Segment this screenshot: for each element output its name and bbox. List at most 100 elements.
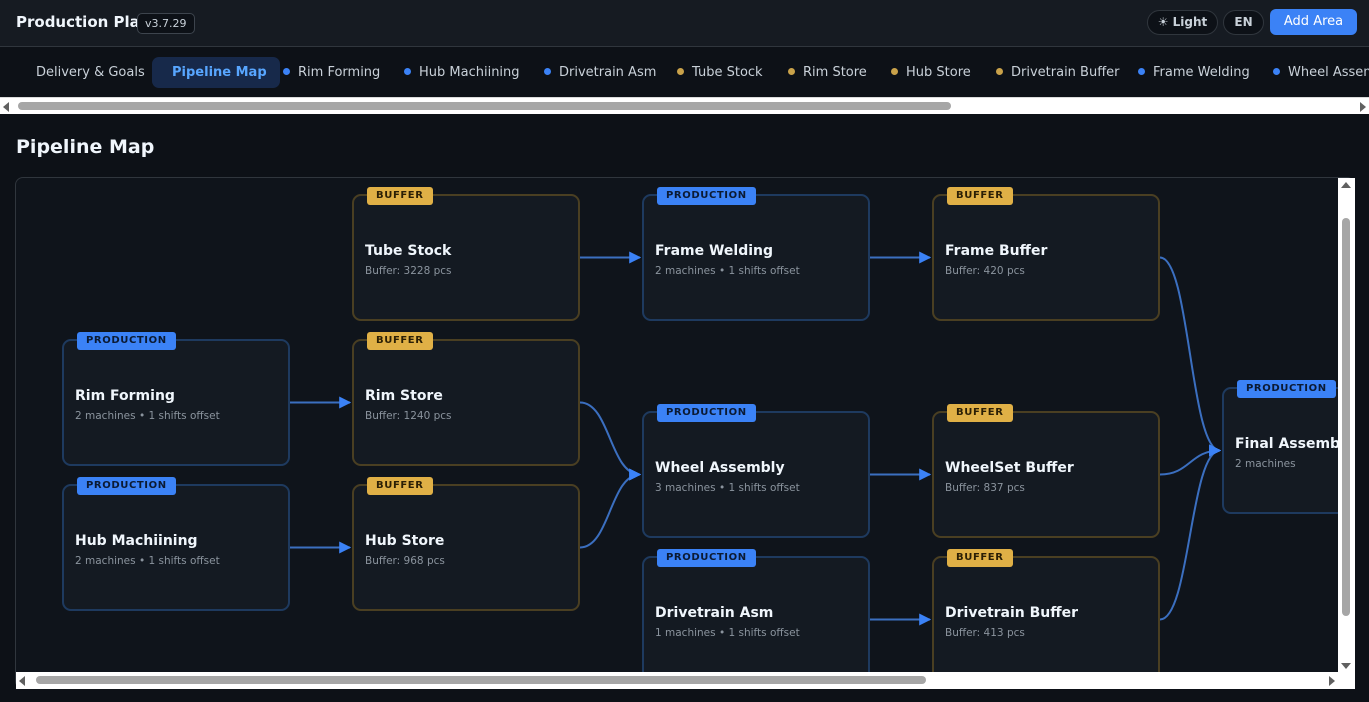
tab-label: Rim Forming bbox=[298, 65, 381, 80]
tab-label: Wheel Assembly bbox=[1288, 65, 1369, 80]
tab-tube-stock[interactable]: Tube Stock bbox=[677, 57, 763, 88]
node-title: WheelSet Buffer bbox=[945, 460, 1074, 476]
scrollbar-thumb[interactable] bbox=[1342, 218, 1350, 616]
tab-wheel-assembly[interactable]: Wheel Assembly bbox=[1273, 57, 1369, 88]
node-meta: 1 machines • 1 shifts offset bbox=[655, 627, 800, 639]
node-meta: Buffer: 837 pcs bbox=[945, 482, 1025, 494]
node-type-badge: BUFFER bbox=[947, 549, 1013, 567]
buffer-dot-icon bbox=[891, 68, 898, 75]
node-meta: Buffer: 1240 pcs bbox=[365, 410, 452, 422]
node-tube-stock[interactable]: BUFFER Tube Stock Buffer: 3228 pcs bbox=[352, 187, 580, 321]
node-drivetrain-buffer[interactable]: BUFFER Drivetrain Buffer Buffer: 413 pcs bbox=[932, 549, 1160, 683]
tab-delivery-goals[interactable]: Delivery & Goals bbox=[36, 57, 145, 88]
scroll-up-icon[interactable] bbox=[1341, 182, 1351, 188]
production-dot-icon bbox=[1273, 68, 1280, 75]
node-drivetrain-asm[interactable]: PRODUCTION Drivetrain Asm 1 machines • 1 s… bbox=[642, 549, 870, 683]
node-type-badge: PRODUCTION bbox=[1237, 380, 1336, 398]
pipeline-map[interactable]: BUFFER Tube Stock Buffer: 3228 pcs PRODUCTI… bbox=[15, 177, 1355, 689]
scrollbar-corner bbox=[1338, 672, 1355, 689]
node-meta: 2 machines • 1 shifts offset bbox=[75, 410, 220, 422]
node-type-badge: PRODUCTION bbox=[77, 477, 176, 495]
node-type-badge: PRODUCTION bbox=[657, 404, 756, 422]
tab-rim-forming[interactable]: Rim Forming bbox=[283, 57, 380, 88]
node-hub-machining[interactable]: PRODUCTION Hub Machiining 2 machines • 1 s… bbox=[62, 477, 290, 611]
production-dot-icon bbox=[544, 68, 551, 75]
tab-rim-store[interactable]: Rim Store bbox=[788, 57, 867, 88]
node-final-assembly[interactable]: PRODUCTION Final Assembly 2 machines bbox=[1222, 380, 1354, 514]
node-wheel-assembly[interactable]: PRODUCTION Wheel Assembly 3 machines • 1 s… bbox=[642, 404, 870, 538]
node-meta: 2 machines bbox=[1235, 458, 1296, 470]
edge-rim-store-to-wheel-assembly bbox=[579, 401, 642, 481]
tab-label: Hub Store bbox=[906, 65, 971, 80]
production-dot-icon bbox=[283, 68, 290, 75]
buffer-dot-icon bbox=[788, 68, 795, 75]
node-meta: Buffer: 3228 pcs bbox=[365, 265, 452, 277]
tab-frame-welding[interactable]: Frame Welding bbox=[1138, 57, 1250, 88]
map-horizontal-scrollbar[interactable] bbox=[16, 672, 1338, 689]
node-type-badge: BUFFER bbox=[367, 332, 433, 350]
node-rim-forming[interactable]: PRODUCTION Rim Forming 2 machines • 1 shif… bbox=[62, 332, 290, 466]
add-area-button[interactable]: Add Area bbox=[1270, 9, 1357, 35]
tab-label: Tube Stock bbox=[692, 65, 763, 80]
app-title: Production Plan bbox=[16, 13, 151, 31]
buffer-dot-icon bbox=[996, 68, 1003, 75]
tab-label: Drivetrain Buffer bbox=[1011, 65, 1120, 80]
production-dot-icon bbox=[1138, 68, 1145, 75]
scrollbar-thumb[interactable] bbox=[18, 102, 951, 110]
tab-label: Rim Store bbox=[803, 65, 867, 80]
node-title: Wheel Assembly bbox=[655, 460, 785, 476]
tab-label: Pipeline Map bbox=[172, 65, 267, 80]
tab-hub-machining[interactable]: Hub Machiining bbox=[404, 57, 520, 88]
node-type-badge: BUFFER bbox=[947, 187, 1013, 205]
buffer-dot-icon bbox=[677, 68, 684, 75]
theme-toggle-button[interactable]: ☀ Light bbox=[1147, 10, 1218, 35]
version-badge: v3.7.29 bbox=[137, 13, 195, 34]
scroll-left-icon[interactable] bbox=[19, 676, 25, 686]
node-title: Frame Buffer bbox=[945, 243, 1048, 259]
scrollbar-thumb[interactable] bbox=[36, 676, 926, 684]
node-title: Frame Welding bbox=[655, 243, 774, 259]
node-hub-store[interactable]: BUFFER Hub Store Buffer: 968 pcs bbox=[352, 477, 580, 611]
tab-pipeline-map[interactable]: Pipeline Map bbox=[152, 57, 280, 88]
node-type-badge: PRODUCTION bbox=[657, 187, 756, 205]
node-type-badge: BUFFER bbox=[367, 477, 433, 495]
node-frame-buffer[interactable]: BUFFER Frame Buffer Buffer: 420 pcs bbox=[932, 187, 1160, 321]
tab-scrollbar[interactable] bbox=[0, 97, 1369, 114]
node-type-badge: BUFFER bbox=[947, 404, 1013, 422]
node-title: Rim Store bbox=[365, 388, 443, 404]
tab-label: Hub Machiining bbox=[419, 65, 520, 80]
node-type-badge: PRODUCTION bbox=[657, 549, 756, 567]
node-title: Hub Store bbox=[365, 533, 445, 549]
language-button[interactable]: EN bbox=[1223, 10, 1264, 35]
tab-label: Delivery & Goals bbox=[36, 65, 145, 80]
scroll-right-icon[interactable] bbox=[1360, 102, 1366, 112]
node-title: Rim Forming bbox=[75, 388, 175, 404]
map-vertical-scrollbar[interactable] bbox=[1338, 178, 1355, 673]
node-frame-welding[interactable]: PRODUCTION Frame Welding 2 machines • 1 sh… bbox=[642, 187, 870, 321]
tab-drivetrain-buffer[interactable]: Drivetrain Buffer bbox=[996, 57, 1120, 88]
edge-drivetrain-buffer-to-final-assembly bbox=[1159, 444, 1222, 621]
tab-bar: Delivery & Goals Pipeline Map Rim Formin… bbox=[0, 48, 1369, 98]
scroll-right-icon[interactable] bbox=[1329, 676, 1335, 686]
tab-drivetrain-asm[interactable]: Drivetrain Asm bbox=[544, 57, 656, 88]
node-type-badge: PRODUCTION bbox=[77, 332, 176, 350]
tab-hub-store[interactable]: Hub Store bbox=[891, 57, 971, 88]
node-title: Tube Stock bbox=[365, 243, 452, 259]
node-meta: Buffer: 968 pcs bbox=[365, 555, 445, 567]
page-title: Pipeline Map bbox=[16, 136, 155, 158]
node-wheelset-buffer[interactable]: BUFFER WheelSet Buffer Buffer: 837 pcs bbox=[932, 404, 1160, 538]
node-title: Drivetrain Buffer bbox=[945, 605, 1079, 621]
edge-frame-buffer-to-final-assembly bbox=[1159, 256, 1222, 457]
scroll-left-icon[interactable] bbox=[3, 102, 9, 112]
node-meta: Buffer: 420 pcs bbox=[945, 265, 1025, 277]
scroll-down-icon[interactable] bbox=[1341, 663, 1351, 669]
app-root: Production Plan v3.7.29 ☀ Light EN Add A… bbox=[0, 0, 1369, 702]
node-type-badge: BUFFER bbox=[367, 187, 433, 205]
node-meta: 3 machines • 1 shifts offset bbox=[655, 482, 800, 494]
node-title: Final Assembly bbox=[1235, 436, 1354, 452]
edge-hub-store-to-wheel-assembly bbox=[579, 468, 642, 549]
top-header: Production Plan v3.7.29 ☀ Light EN Add A… bbox=[0, 0, 1369, 47]
node-meta: 2 machines • 1 shifts offset bbox=[655, 265, 800, 277]
node-title: Hub Machiining bbox=[75, 533, 198, 549]
node-rim-store[interactable]: BUFFER Rim Store Buffer: 1240 pcs bbox=[352, 332, 580, 466]
